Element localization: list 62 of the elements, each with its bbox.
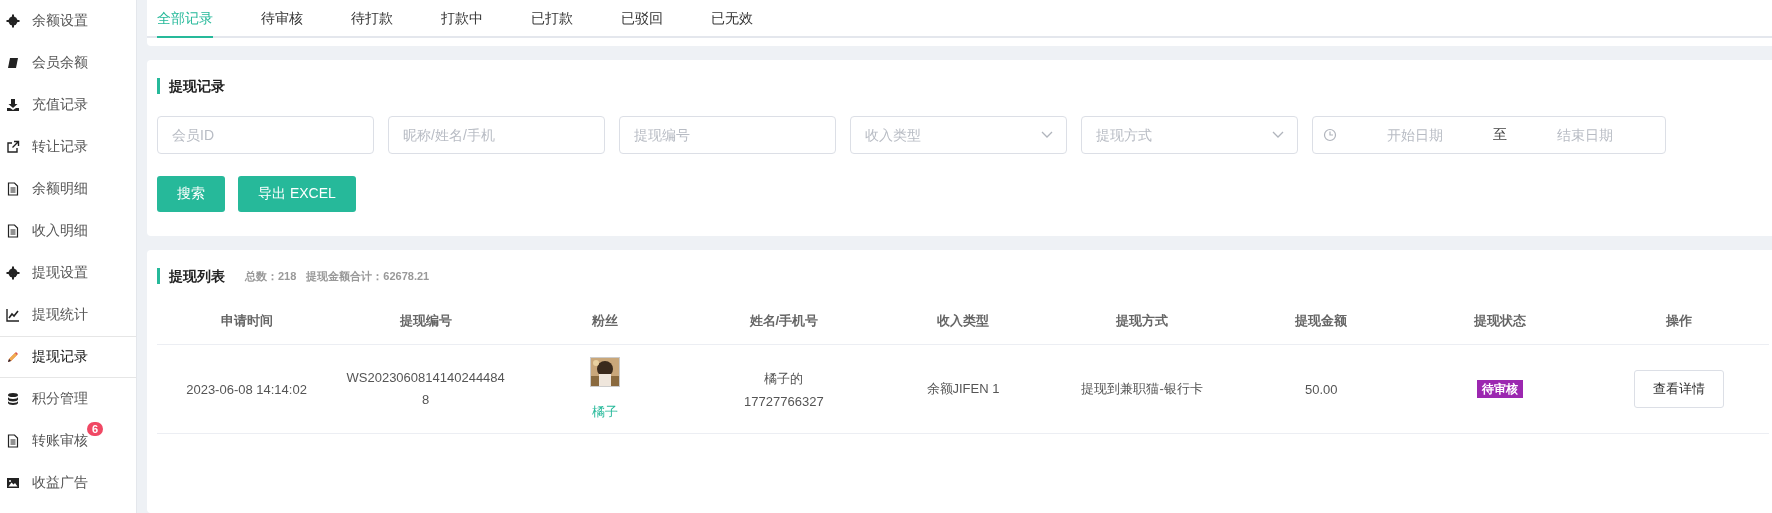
start-date-input[interactable]: 开始日期: [1345, 126, 1485, 144]
sidebar-item[interactable]: 提现统计: [0, 294, 136, 336]
table-cell-text: WS20230608141402444848: [345, 369, 506, 409]
document-icon: [6, 434, 20, 448]
tab[interactable]: 已驳回: [621, 0, 663, 38]
sidebar-item[interactable]: 收入明细: [0, 210, 136, 252]
table-cell: 橘子的: [764, 369, 804, 388]
image-icon: [6, 476, 20, 490]
input-field[interactable]: 提现编号: [619, 116, 836, 154]
table-cell: 余额JIFEN 1: [926, 381, 1000, 396]
table-cell: 提现到兼职猫-银行卡: [1081, 381, 1203, 396]
section-title: 提现列表: [157, 268, 225, 284]
sidebar-item[interactable]: 会员余额: [0, 42, 136, 84]
sidebar-item[interactable]: 积分管理: [0, 378, 136, 420]
table-cell: 17727766327: [744, 393, 824, 409]
date-range-field[interactable]: 开始日期 至 结束日期: [1312, 116, 1666, 154]
sidebar-item[interactable]: 余额明细: [0, 168, 136, 210]
document-icon: [6, 224, 20, 238]
input-field[interactable]: 会员ID: [157, 116, 374, 154]
table-cell: 2023-06-08 14:14:02: [186, 381, 307, 397]
download-icon: [6, 98, 20, 112]
total-count: 总数：218: [245, 268, 297, 284]
column-header: 提现方式: [1052, 298, 1232, 345]
sidebar-item[interactable]: 余额设置: [0, 0, 136, 42]
external-link-icon: [6, 140, 20, 154]
tab[interactable]: 已无效: [711, 0, 753, 38]
tab[interactable]: 打款中: [441, 0, 483, 38]
column-header: 收入类型: [873, 298, 1053, 345]
input-field[interactable]: 昵称/姓名/手机: [388, 116, 605, 154]
column-header: 提现状态: [1410, 298, 1590, 345]
select-field[interactable]: 收入类型: [850, 116, 1067, 154]
column-header: 提现编号: [336, 298, 516, 345]
status-tag: 待审核: [1477, 379, 1524, 398]
tab[interactable]: 待打款: [351, 0, 393, 38]
tab[interactable]: 已打款: [531, 0, 573, 38]
sidebar-item[interactable]: 充值记录: [0, 84, 136, 126]
view-details-button[interactable]: 查看详情: [1634, 370, 1725, 408]
column-header: 粉丝: [515, 298, 695, 345]
table-cell: 50.00: [1304, 381, 1338, 397]
column-header: 提现金额: [1231, 298, 1411, 345]
sidebar-item[interactable]: 提现设置: [0, 252, 136, 294]
amount-total: 提现金额合计：62678.21: [306, 268, 430, 284]
tab[interactable]: 待审核: [261, 0, 303, 38]
document-icon: [6, 182, 20, 196]
column-header: 操作: [1589, 298, 1769, 345]
line-chart-icon: [6, 308, 20, 322]
clock-icon: [1323, 128, 1337, 142]
select-field[interactable]: 提现方式: [1081, 116, 1298, 154]
column-header: 姓名/手机号: [694, 298, 874, 345]
database-icon: [6, 392, 20, 406]
chevron-down-icon: [1041, 131, 1053, 139]
end-date-input[interactable]: 结束日期: [1515, 126, 1655, 144]
sidebar-item[interactable]: 提现记录: [0, 336, 136, 378]
sidebar-item[interactable]: 转账审核 6: [0, 420, 136, 462]
chevron-down-icon: [1272, 131, 1284, 139]
range-separator: 至: [1493, 126, 1507, 144]
sidebar-item[interactable]: 转让记录: [0, 126, 136, 168]
count-badge: 6: [87, 422, 104, 436]
section-title: 提现记录: [157, 78, 1762, 94]
sidebar-item[interactable]: 收益广告: [0, 462, 136, 504]
pencil-icon: [6, 350, 20, 364]
column-header: 申请时间: [157, 298, 337, 345]
